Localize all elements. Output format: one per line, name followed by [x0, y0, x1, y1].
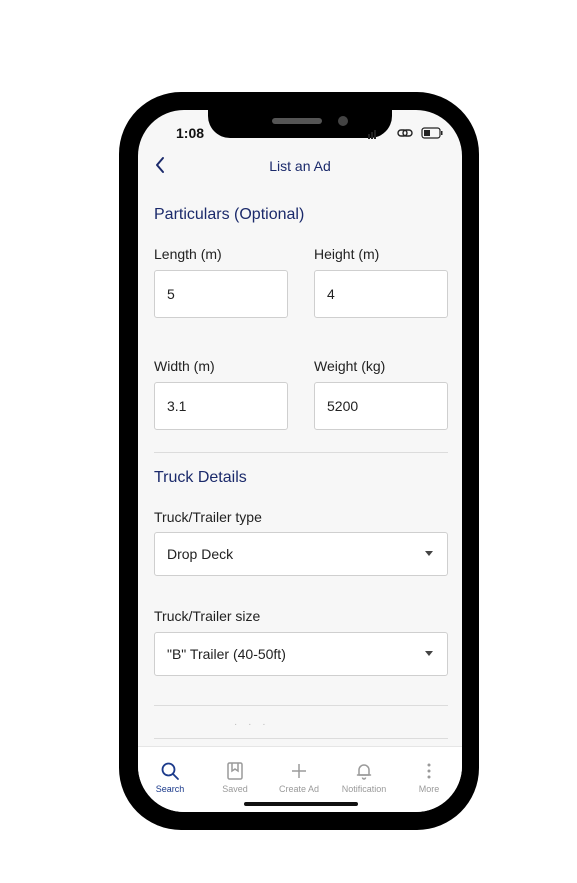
height-value: 4	[327, 286, 335, 302]
page-title: List an Ad	[269, 158, 331, 174]
divider	[154, 738, 448, 739]
plus-icon	[292, 764, 306, 778]
caret-down-icon	[425, 551, 433, 556]
truck-type-label: Truck/Trailer type	[154, 509, 262, 525]
width-value: 3.1	[167, 398, 187, 414]
signal-icon	[368, 130, 376, 139]
weight-value: 5200	[327, 398, 359, 414]
length-label: Length (m)	[154, 246, 222, 262]
weight-label: Weight (kg)	[314, 358, 386, 374]
weight-field[interactable]: 5200	[314, 382, 448, 430]
link-icon	[397, 129, 413, 137]
length-field[interactable]: 5	[154, 270, 288, 318]
tab-notification-label: Notification	[341, 784, 387, 794]
tab-more-label: More	[418, 784, 440, 794]
length-value: 5	[167, 286, 175, 302]
truck-type-value: Drop Deck	[167, 546, 234, 562]
tab-notification[interactable]: Notification	[334, 761, 394, 794]
tab-more[interactable]: More	[399, 761, 459, 794]
truck-size-select[interactable]: "B" Trailer (40-50ft)	[154, 632, 448, 676]
more-vertical-icon	[427, 763, 431, 779]
speaker	[272, 118, 322, 124]
width-label: Width (m)	[154, 358, 215, 374]
width-field[interactable]: 3.1	[154, 382, 288, 430]
app-screen: 1:08 List an Ad Particulars (Optional) L…	[138, 110, 462, 812]
notch	[208, 110, 392, 138]
truck-size-label: Truck/Trailer size	[154, 608, 261, 624]
tab-create-ad-label: Create Ad	[278, 784, 320, 794]
home-indicator[interactable]	[244, 802, 358, 806]
tab-saved[interactable]: Saved	[205, 761, 265, 794]
status-icons	[368, 127, 443, 139]
divider	[154, 705, 448, 706]
camera	[338, 116, 348, 126]
height-field[interactable]: 4	[314, 270, 448, 318]
tab-saved-label: Saved	[222, 784, 248, 794]
caret-down-icon	[425, 651, 433, 656]
truck-size-value: "B" Trailer (40-50ft)	[167, 646, 286, 662]
truck-details-title: Truck Details	[154, 469, 247, 486]
battery-icon	[421, 127, 443, 139]
tab-search-label: Search	[155, 784, 185, 794]
bookmark-icon	[227, 762, 243, 780]
particulars-title: Particulars (Optional)	[154, 206, 305, 223]
truck-type-select[interactable]: Drop Deck	[154, 532, 448, 576]
search-icon	[161, 762, 179, 780]
tab-search[interactable]: Search	[140, 761, 200, 794]
height-label: Height (m)	[314, 246, 380, 262]
bell-icon	[356, 764, 372, 780]
status-time: 1:08	[176, 125, 205, 141]
loading-dots-icon: · · ·	[234, 719, 270, 730]
divider	[154, 452, 448, 453]
tab-create-ad[interactable]: Create Ad	[269, 761, 329, 794]
